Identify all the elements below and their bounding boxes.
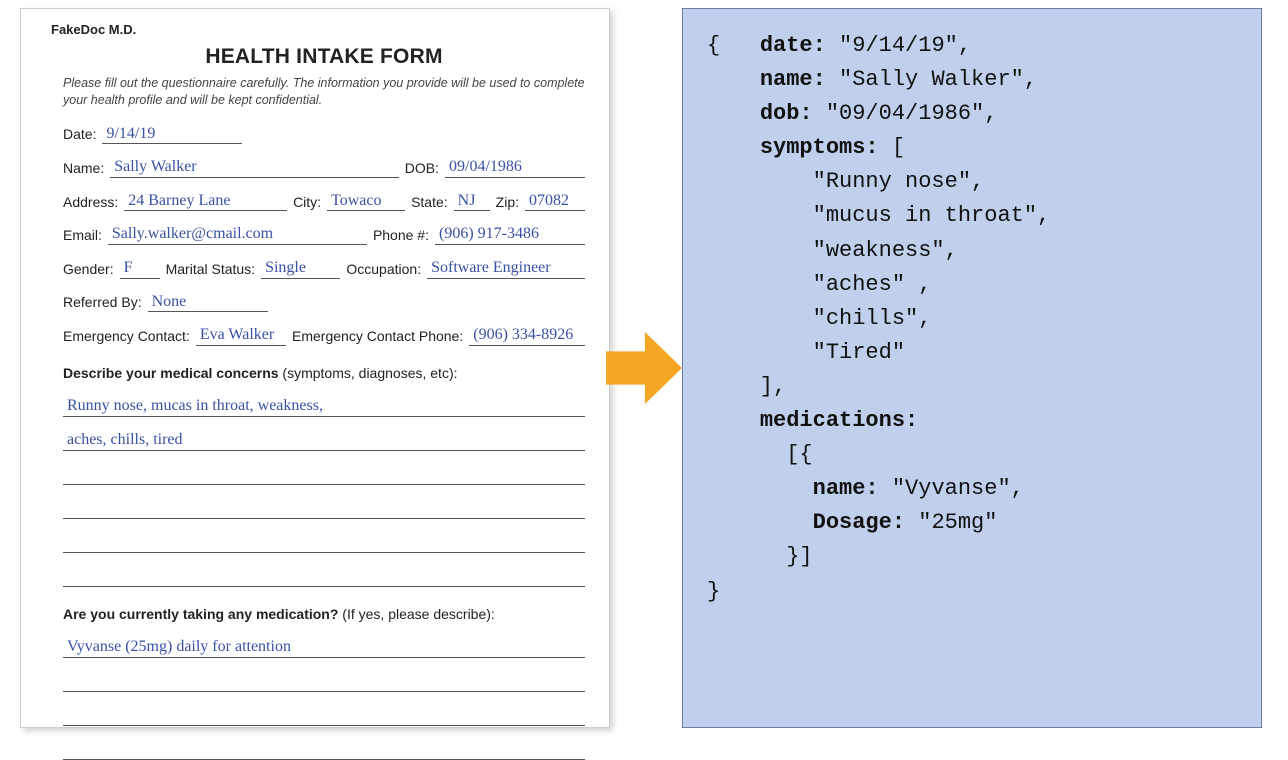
label-zip: Zip: <box>496 193 519 212</box>
intake-form: FakeDoc M.D. HEALTH INTAKE FORM Please f… <box>20 8 610 728</box>
meds-line-2 <box>63 668 585 692</box>
value-ephone: (906) 334-8926 <box>469 326 585 346</box>
value-date: 9/14/19 <box>102 125 242 145</box>
label-date: Date: <box>63 125 96 144</box>
value-city: Towaco <box>327 192 405 212</box>
arrow-icon <box>606 323 682 413</box>
label-ephone: Emergency Contact Phone: <box>292 327 463 346</box>
value-address: 24 Barney Lane <box>124 192 287 212</box>
value-econtact: Eva Walker <box>196 326 286 346</box>
value-dob: 09/04/1986 <box>445 158 585 178</box>
meds-line-1: Vyvanse (25mg) daily for attention <box>63 634 585 658</box>
meds-line-4 <box>63 736 585 760</box>
label-city: City: <box>293 193 321 212</box>
label-dob: DOB: <box>405 159 439 178</box>
json-output: { date: "9/14/19", name: "Sally Walker",… <box>682 8 1262 728</box>
concerns-line-1: Runny nose, mucas in throat, weakness, <box>63 393 585 417</box>
concerns-line-6 <box>63 563 585 587</box>
concerns-line-4 <box>63 495 585 519</box>
label-gender: Gender: <box>63 260 114 279</box>
label-email: Email: <box>63 226 102 245</box>
value-email: Sally.walker@cmail.com <box>108 225 367 245</box>
label-marital: Marital Status: <box>166 260 255 279</box>
value-state: NJ <box>454 192 490 212</box>
meds-line-3 <box>63 702 585 726</box>
concerns-header: Describe your medical concerns (symptoms… <box>63 364 585 383</box>
label-referred: Referred By: <box>63 293 142 312</box>
concerns-line-2: aches, chills, tired <box>63 427 585 451</box>
value-occupation: Software Engineer <box>427 259 585 279</box>
form-title: HEALTH INTAKE FORM <box>63 43 585 71</box>
label-name: Name: <box>63 159 104 178</box>
value-referred: None <box>148 293 268 313</box>
label-address: Address: <box>63 193 118 212</box>
form-instructions: Please fill out the questionnaire carefu… <box>63 75 585 109</box>
doctor-name: FakeDoc M.D. <box>51 21 585 39</box>
concerns-line-5 <box>63 529 585 553</box>
concerns-line-3 <box>63 461 585 485</box>
value-gender: F <box>120 259 160 279</box>
value-zip: 07082 <box>525 192 585 212</box>
value-name: Sally Walker <box>110 158 399 178</box>
label-occupation: Occupation: <box>346 260 421 279</box>
label-state: State: <box>411 193 448 212</box>
value-marital: Single <box>261 259 340 279</box>
value-phone: (906) 917-3486 <box>435 225 585 245</box>
label-phone: Phone #: <box>373 226 429 245</box>
label-econtact: Emergency Contact: <box>63 327 190 346</box>
medications-header: Are you currently taking any medication?… <box>63 605 585 624</box>
